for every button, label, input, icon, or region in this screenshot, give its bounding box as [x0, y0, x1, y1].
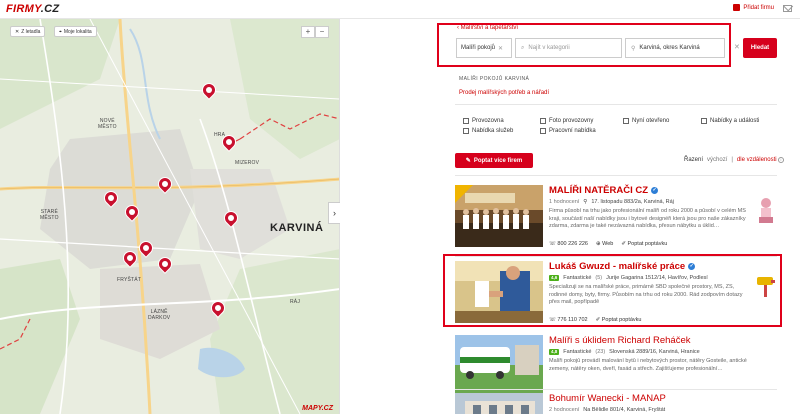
- listing-address[interactable]: Slovenská 2889/16, Karviná, Hranice: [609, 349, 700, 355]
- top-bar: FIRMY.CZ Přidat firmu: [0, 0, 800, 19]
- listing-address[interactable]: Na Bělidle 801/4, Karviná, Fryštát: [583, 407, 665, 413]
- firmy-logo[interactable]: FIRMY.CZ: [6, 3, 59, 15]
- map-label-stare-mesto: STARÉ MĚSTO: [40, 209, 59, 221]
- web-link[interactable]: ⊕ Web: [596, 241, 613, 247]
- divider: [455, 389, 777, 390]
- zoom-in-button[interactable]: +: [301, 26, 315, 38]
- listing-title[interactable]: MALÍŘI NATĚRAČI CZ ✓: [549, 185, 749, 196]
- sort-label: Řazení: [684, 157, 704, 163]
- phone-link[interactable]: ☏ 800 226 226: [549, 241, 588, 247]
- listing-title[interactable]: Bohumír Wanecki - MANAP: [549, 393, 749, 404]
- review-count[interactable]: 1 hodnocení: [549, 199, 579, 205]
- results-panel: ‹ Malířství a tapetářství Malíři pokojů …: [437, 19, 787, 414]
- related-category-link[interactable]: Prodej malířských potřeb a nářadí: [459, 90, 549, 96]
- sort-controls: Řazení výchozí i | dle vzdálenosti: [684, 157, 784, 163]
- sort-default[interactable]: výchozí: [707, 157, 727, 163]
- category-tag-label: Malíři pokojů: [461, 45, 496, 51]
- collapse-map-button[interactable]: ›: [328, 202, 340, 224]
- add-firm-label: Přidat firmu: [743, 4, 774, 11]
- clear-location-icon[interactable]: ✕: [734, 43, 740, 51]
- listing-info: MALÍŘI NATĚRAČI CZ ✓ 1 hodnocení ⚲ 17. li…: [549, 185, 749, 247]
- listing-title[interactable]: Malíři s úklidem Richard Reháček: [549, 335, 749, 346]
- map-panel[interactable]: ✕ Z letadla ⌖ Moje lokalita + − NOVÉ MĚSTO…: [0, 19, 340, 414]
- verified-icon: ✓: [651, 187, 659, 194]
- map-label-frystat: FRYŠTÁT: [117, 277, 142, 283]
- map-label-mizerov: MIZEROV: [235, 160, 260, 166]
- zoom-out-button[interactable]: −: [315, 26, 329, 38]
- listing-description: Firma působí na trhu jako profesionální …: [549, 208, 746, 229]
- my-location-button[interactable]: ⌖ Moje lokalita: [54, 26, 97, 37]
- listing-info: Malíři s úklidem Richard Reháček 4,8 Fan…: [549, 335, 749, 380]
- ask-link[interactable]: ✐ Poptat poptávku: [621, 241, 667, 247]
- ask-more-firms-button[interactable]: ✎ Poptat více firem: [455, 153, 533, 168]
- back-to-category-link[interactable]: ‹ Malířství a tapetářství: [457, 25, 518, 31]
- listing-card[interactable]: MALÍŘI NATĚRAČI CZ ✓ 1 hodnocení ⚲ 17. li…: [455, 185, 777, 249]
- filter-offers-events[interactable]: Nabídky a události: [701, 118, 781, 124]
- listing-photo[interactable]: [455, 393, 543, 414]
- page-root: FIRMY.CZ Přidat firmu ✕ Z letadla ⌖ Moje…: [0, 0, 800, 414]
- map-label-karvina: KARVINÁ: [270, 222, 324, 234]
- listing-meta: 4,8 Fantastické (23) Slovenská 2889/16, …: [549, 349, 749, 355]
- map-label-lazne-darkov: LÁZNĚ DARKOV: [148, 309, 171, 321]
- search-icon: ⌕: [521, 44, 525, 51]
- add-firm-link[interactable]: Přidat firmu: [733, 4, 774, 11]
- rating-badge: 4,8: [549, 349, 560, 355]
- remove-tag-icon[interactable]: ✕: [498, 45, 503, 52]
- filter-job-offers[interactable]: Pracovní nabídka: [540, 128, 623, 134]
- review-count[interactable]: 2 hodnocení: [549, 407, 579, 413]
- sort-by-distance[interactable]: dle vzdálenosti: [737, 157, 777, 163]
- search-bar: Malíři pokojů ✕ ⌕ Najít v kategorii ⚲ Ka…: [456, 38, 725, 58]
- divider: [455, 104, 777, 105]
- listing-meta: 2 hodnocení Na Bělidle 801/4, Karviná, F…: [549, 407, 749, 413]
- listing-contacts: ☏ 800 226 226 ⊕ Web ✐ Poptat poptávku: [549, 241, 749, 247]
- painter-mascot-icon: [759, 198, 773, 223]
- listing-card[interactable]: Bohumír Wanecki - MANAP 2 hodnocení Na B…: [455, 393, 777, 414]
- map-label-nove-mesto: NOVÉ MĚSTO: [98, 118, 117, 130]
- listing-address[interactable]: 17. listopadu 883/2a, Karviná, Ráj: [591, 199, 674, 205]
- search-button[interactable]: Hledat: [743, 38, 777, 58]
- zoom-controls: + −: [301, 26, 329, 38]
- megaphone-icon: ✎: [465, 158, 471, 164]
- divider: [455, 175, 777, 176]
- add-firm-icon: [733, 4, 741, 11]
- filter-services[interactable]: Nabídka služeb: [463, 128, 540, 134]
- category-tag-field[interactable]: Malíři pokojů ✕: [456, 38, 512, 58]
- location-input[interactable]: ⚲ Karviná, okres Karviná: [625, 38, 725, 58]
- listing-meta: 1 hodnocení ⚲ 17. listopadu 883/2a, Karv…: [549, 199, 749, 205]
- filter-open-now[interactable]: Nyní otevřeno: [623, 118, 701, 124]
- rating-text[interactable]: Fantastické: [563, 349, 591, 355]
- info-icon[interactable]: i: [778, 157, 784, 163]
- filter-foto-provozovny[interactable]: Foto provozovny: [540, 118, 623, 124]
- rating-count[interactable]: (23): [595, 349, 605, 355]
- listing-photo[interactable]: [455, 335, 543, 397]
- listing-description: Malíři pokojů provádí malování bytů i ne…: [549, 358, 747, 372]
- map-label-raj: RÁJ: [290, 299, 301, 305]
- listing-photo[interactable]: [455, 185, 543, 247]
- category-heading: MALÍŘI POKOJŮ KARVINÁ: [459, 76, 530, 82]
- category-search-input[interactable]: ⌕ Najít v kategorii: [515, 38, 622, 58]
- aerial-view-button[interactable]: ✕ Z letadla: [10, 26, 46, 37]
- mail-icon[interactable]: [783, 5, 792, 12]
- location-pin-icon: ⚲: [583, 199, 588, 205]
- listing-highlight-frame: [443, 254, 782, 327]
- filter-provozovna[interactable]: Provozovna: [463, 118, 540, 124]
- listing-info: Bohumír Wanecki - MANAP 2 hodnocení Na B…: [549, 393, 749, 413]
- filter-checkboxes: Provozovna Foto provozovny Nyní otevřeno…: [463, 118, 781, 134]
- mapy-cz-logo: MAPY.CZ: [302, 405, 333, 412]
- location-pin-icon: ⚲: [631, 45, 636, 52]
